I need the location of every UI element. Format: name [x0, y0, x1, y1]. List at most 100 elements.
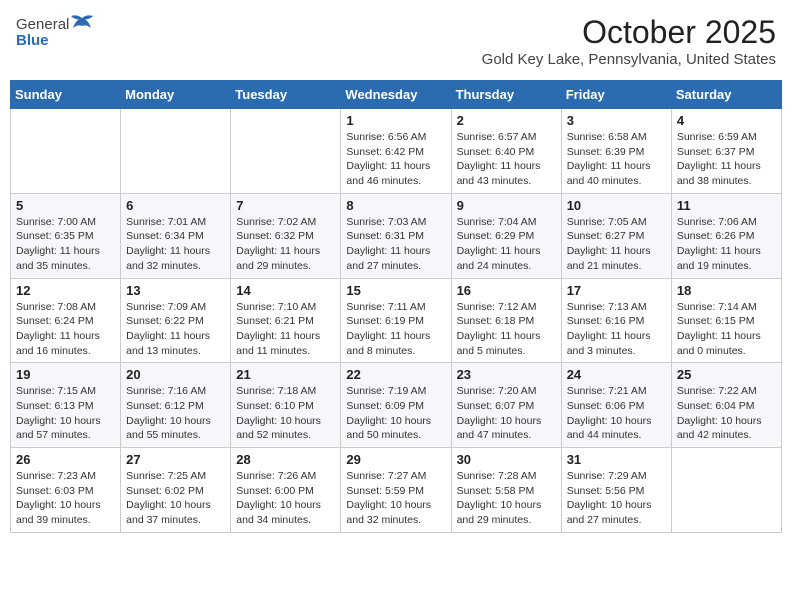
calendar-table: SundayMondayTuesdayWednesdayThursdayFrid…	[10, 80, 782, 533]
calendar-cell: 20 Sunrise: 7:16 AM Sunset: 6:12 PM Dayli…	[121, 363, 231, 448]
calendar-cell: 18Sunrise: 7:14 AM Sunset: 6:15 PM Dayli…	[671, 278, 781, 363]
calendar-header-row: SundayMondayTuesdayWednesdayThursdayFrid…	[11, 81, 782, 109]
day-info: Sunrise: 6:56 AM Sunset: 6:42 PM Dayligh…	[346, 130, 445, 189]
day-number: 21	[236, 367, 335, 382]
calendar-cell: 28Sunrise: 7:26 AM Sunset: 6:00 PM Dayli…	[231, 448, 341, 533]
logo-general-text: General	[16, 16, 69, 33]
calendar-cell: 26 Sunrise: 7:23 AM Sunset: 6:03 PM Dayli…	[11, 448, 121, 533]
day-info: Sunrise: 7:03 AM Sunset: 6:31 PM Dayligh…	[346, 215, 445, 274]
calendar-cell: 12Sunrise: 7:08 AM Sunset: 6:24 PM Dayli…	[11, 278, 121, 363]
day-info: Sunrise: 7:00 AM Sunset: 6:35 PM Dayligh…	[16, 215, 115, 274]
calendar-cell: 29 Sunrise: 7:27 AM Sunset: 5:59 PM Dayli…	[341, 448, 451, 533]
calendar-cell: 8Sunrise: 7:03 AM Sunset: 6:31 PM Daylig…	[341, 193, 451, 278]
calendar-week-row-2: 5Sunrise: 7:00 AM Sunset: 6:35 PM Daylig…	[11, 193, 782, 278]
day-number: 16	[457, 283, 556, 298]
calendar-cell: 9Sunrise: 7:04 AM Sunset: 6:29 PM Daylig…	[451, 193, 561, 278]
calendar-header-tuesday: Tuesday	[231, 81, 341, 109]
day-info: Sunrise: 6:58 AM Sunset: 6:39 PM Dayligh…	[567, 130, 666, 189]
day-number: 31	[567, 452, 666, 467]
calendar-cell: 10 Sunrise: 7:05 AM Sunset: 6:27 PM Dayli…	[561, 193, 671, 278]
calendar-cell: 11 Sunrise: 7:06 AM Sunset: 6:26 PM Dayli…	[671, 193, 781, 278]
calendar-cell: 24 Sunrise: 7:21 AM Sunset: 6:06 PM Dayli…	[561, 363, 671, 448]
calendar-cell: 15 Sunrise: 7:11 AM Sunset: 6:19 PM Dayli…	[341, 278, 451, 363]
calendar-cell: 30 Sunrise: 7:28 AM Sunset: 5:58 PM Dayli…	[451, 448, 561, 533]
calendar-header-saturday: Saturday	[671, 81, 781, 109]
day-info: Sunrise: 7:16 AM Sunset: 6:12 PM Dayligh…	[126, 384, 225, 443]
day-number: 29	[346, 452, 445, 467]
day-info: Sunrise: 7:05 AM Sunset: 6:27 PM Dayligh…	[567, 215, 666, 274]
calendar-week-row-1: 1Sunrise: 6:56 AM Sunset: 6:42 PM Daylig…	[11, 109, 782, 194]
day-info: Sunrise: 7:22 AM Sunset: 6:04 PM Dayligh…	[677, 384, 776, 443]
day-number: 11	[677, 198, 776, 213]
day-info: Sunrise: 7:09 AM Sunset: 6:22 PM Dayligh…	[126, 300, 225, 359]
day-info: Sunrise: 7:21 AM Sunset: 6:06 PM Dayligh…	[567, 384, 666, 443]
calendar-cell: 1Sunrise: 6:56 AM Sunset: 6:42 PM Daylig…	[341, 109, 451, 194]
calendar-header-thursday: Thursday	[451, 81, 561, 109]
calendar-week-row-3: 12Sunrise: 7:08 AM Sunset: 6:24 PM Dayli…	[11, 278, 782, 363]
day-number: 20	[126, 367, 225, 382]
calendar-cell	[231, 109, 341, 194]
title-block: October 2025 Gold Key Lake, Pennsylvania…	[482, 14, 776, 68]
day-info: Sunrise: 7:18 AM Sunset: 6:10 PM Dayligh…	[236, 384, 335, 443]
day-info: Sunrise: 7:06 AM Sunset: 6:26 PM Dayligh…	[677, 215, 776, 274]
day-info: Sunrise: 7:13 AM Sunset: 6:16 PM Dayligh…	[567, 300, 666, 359]
calendar-header-friday: Friday	[561, 81, 671, 109]
logo-bird-icon	[71, 14, 93, 34]
day-number: 17	[567, 283, 666, 298]
day-info: Sunrise: 7:15 AM Sunset: 6:13 PM Dayligh…	[16, 384, 115, 443]
calendar-cell	[671, 448, 781, 533]
calendar-cell	[121, 109, 231, 194]
day-number: 18	[677, 283, 776, 298]
calendar-cell	[11, 109, 121, 194]
day-number: 30	[457, 452, 556, 467]
day-number: 14	[236, 283, 335, 298]
calendar-cell: 6Sunrise: 7:01 AM Sunset: 6:34 PM Daylig…	[121, 193, 231, 278]
day-number: 25	[677, 367, 776, 382]
day-number: 28	[236, 452, 335, 467]
day-info: Sunrise: 6:59 AM Sunset: 6:37 PM Dayligh…	[677, 130, 776, 189]
day-number: 26	[16, 452, 115, 467]
day-number: 23	[457, 367, 556, 382]
day-number: 13	[126, 283, 225, 298]
day-number: 27	[126, 452, 225, 467]
day-number: 10	[567, 198, 666, 213]
calendar-cell: 23Sunrise: 7:20 AM Sunset: 6:07 PM Dayli…	[451, 363, 561, 448]
day-number: 7	[236, 198, 335, 213]
calendar-cell: 27 Sunrise: 7:25 AM Sunset: 6:02 PM Dayli…	[121, 448, 231, 533]
calendar-header-monday: Monday	[121, 81, 231, 109]
calendar-header-sunday: Sunday	[11, 81, 121, 109]
day-number: 22	[346, 367, 445, 382]
day-number: 9	[457, 198, 556, 213]
calendar-cell: 25 Sunrise: 7:22 AM Sunset: 6:04 PM Dayli…	[671, 363, 781, 448]
calendar-cell: 14 Sunrise: 7:10 AM Sunset: 6:21 PM Dayli…	[231, 278, 341, 363]
day-number: 12	[16, 283, 115, 298]
calendar-week-row-5: 26 Sunrise: 7:23 AM Sunset: 6:03 PM Dayli…	[11, 448, 782, 533]
day-number: 2	[457, 113, 556, 128]
day-info: Sunrise: 7:19 AM Sunset: 6:09 PM Dayligh…	[346, 384, 445, 443]
calendar-cell: 13 Sunrise: 7:09 AM Sunset: 6:22 PM Dayli…	[121, 278, 231, 363]
day-info: Sunrise: 7:23 AM Sunset: 6:03 PM Dayligh…	[16, 469, 115, 528]
day-info: Sunrise: 7:10 AM Sunset: 6:21 PM Dayligh…	[236, 300, 335, 359]
month-year-title: October 2025	[482, 14, 776, 51]
day-number: 19	[16, 367, 115, 382]
calendar-cell: 17 Sunrise: 7:13 AM Sunset: 6:16 PM Dayli…	[561, 278, 671, 363]
calendar-cell: 16 Sunrise: 7:12 AM Sunset: 6:18 PM Dayli…	[451, 278, 561, 363]
day-info: Sunrise: 7:29 AM Sunset: 5:56 PM Dayligh…	[567, 469, 666, 528]
day-number: 4	[677, 113, 776, 128]
calendar-cell: 31 Sunrise: 7:29 AM Sunset: 5:56 PM Dayli…	[561, 448, 671, 533]
day-number: 15	[346, 283, 445, 298]
calendar-cell: 22 Sunrise: 7:19 AM Sunset: 6:09 PM Dayli…	[341, 363, 451, 448]
calendar-header-wednesday: Wednesday	[341, 81, 451, 109]
day-number: 24	[567, 367, 666, 382]
calendar-cell: 7 Sunrise: 7:02 AM Sunset: 6:32 PM Daylig…	[231, 193, 341, 278]
calendar-week-row-4: 19 Sunrise: 7:15 AM Sunset: 6:13 PM Dayli…	[11, 363, 782, 448]
day-info: Sunrise: 7:28 AM Sunset: 5:58 PM Dayligh…	[457, 469, 556, 528]
day-info: Sunrise: 7:27 AM Sunset: 5:59 PM Dayligh…	[346, 469, 445, 528]
day-info: Sunrise: 6:57 AM Sunset: 6:40 PM Dayligh…	[457, 130, 556, 189]
location-subtitle: Gold Key Lake, Pennsylvania, United Stat…	[482, 51, 776, 68]
day-info: Sunrise: 7:12 AM Sunset: 6:18 PM Dayligh…	[457, 300, 556, 359]
day-info: Sunrise: 7:11 AM Sunset: 6:19 PM Dayligh…	[346, 300, 445, 359]
day-info: Sunrise: 7:25 AM Sunset: 6:02 PM Dayligh…	[126, 469, 225, 528]
day-info: Sunrise: 7:02 AM Sunset: 6:32 PM Dayligh…	[236, 215, 335, 274]
calendar-cell: 2 Sunrise: 6:57 AM Sunset: 6:40 PM Daylig…	[451, 109, 561, 194]
